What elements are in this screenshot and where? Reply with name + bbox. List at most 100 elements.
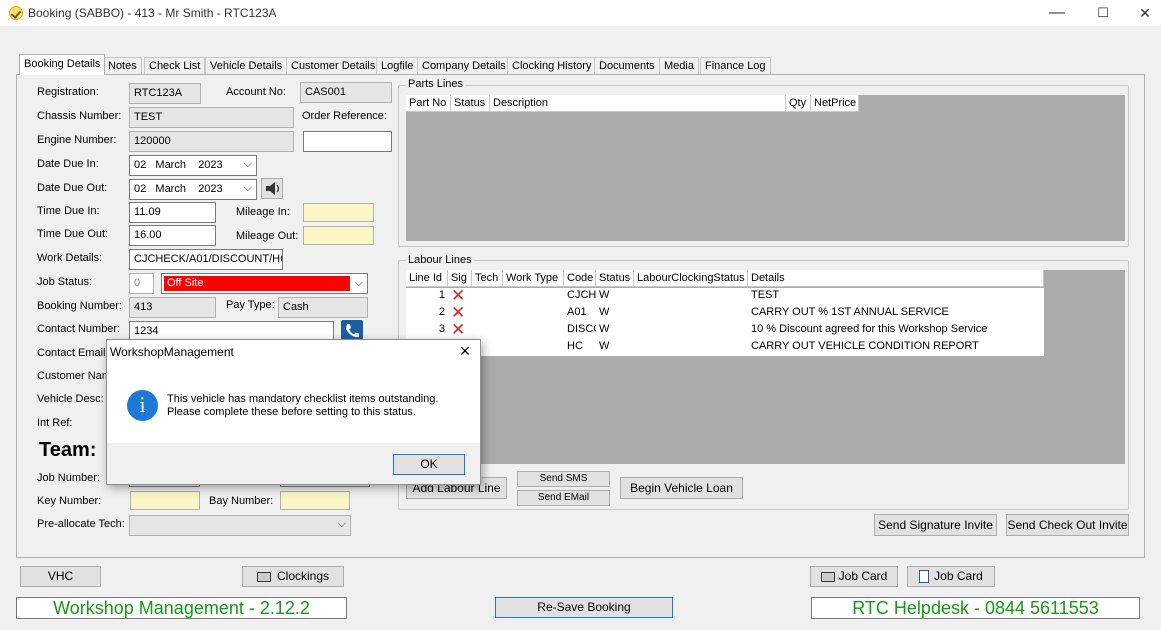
preview-job-card-button[interactable]: Job Card bbox=[907, 566, 995, 587]
title-bar: Booking (SABBO) - 413 - Mr Smith - RTC12… bbox=[0, 0, 1161, 26]
re-save-booking-button[interactable]: Re-Save Booking bbox=[495, 597, 673, 618]
clockings-button[interactable]: Clockings bbox=[242, 566, 344, 587]
line-id-cell: 1 bbox=[406, 288, 448, 305]
line-id-cell: 3 bbox=[406, 322, 448, 339]
begin-vehicle-loan-button[interactable]: Begin Vehicle Loan bbox=[620, 477, 743, 499]
date-due-in-picker[interactable]: 02 March 2023 ⌵ bbox=[129, 155, 257, 176]
pay-type-label: Pay Type: bbox=[226, 299, 275, 311]
bay-number-label: Bay Number: bbox=[209, 495, 274, 507]
booking-number-label: Booking Number: bbox=[37, 300, 122, 312]
code-cell: A01 bbox=[564, 305, 596, 322]
account-field[interactable]: CAS001 bbox=[300, 82, 392, 103]
status-cell: W bbox=[596, 339, 634, 356]
column-header[interactable]: Sig bbox=[448, 270, 472, 287]
column-header[interactable]: Part No bbox=[406, 95, 451, 112]
chevron-down-icon: ⌵ bbox=[243, 158, 252, 170]
message-dialog: WorkshopManagement ✕ i This vehicle has … bbox=[106, 339, 481, 485]
column-header[interactable]: Status bbox=[596, 270, 634, 287]
column-header[interactable]: Code bbox=[564, 270, 596, 287]
mileage-out-input[interactable] bbox=[303, 226, 374, 245]
table-row[interactable]: 2 ✕ A01 W CARRY OUT % 1ST ANNUAL SERVICE bbox=[406, 305, 1044, 322]
vhc-button[interactable]: VHC bbox=[20, 566, 101, 587]
tab-company-details[interactable]: Company Details bbox=[417, 57, 511, 74]
window-title: Booking (SABBO) - 413 - Mr Smith - RTC12… bbox=[28, 6, 277, 20]
column-header[interactable]: Work Type bbox=[503, 270, 564, 287]
speaker-button[interactable] bbox=[261, 178, 283, 199]
booking-number-field[interactable]: 413 bbox=[129, 297, 216, 318]
line-id-cell: 2 bbox=[406, 305, 448, 322]
column-header[interactable]: Qty bbox=[786, 95, 811, 112]
job-number-label: Job Number: bbox=[37, 472, 100, 484]
bay-number-input[interactable] bbox=[280, 491, 350, 510]
registration-field[interactable]: RTC123A bbox=[129, 83, 201, 104]
status-cell: W bbox=[596, 288, 634, 305]
column-header[interactable]: Details bbox=[748, 270, 1044, 287]
tab-notes[interactable]: Notes bbox=[103, 57, 142, 74]
print-job-card-button[interactable]: Job Card bbox=[810, 566, 898, 587]
column-header[interactable]: Tech bbox=[472, 270, 503, 287]
tab-media[interactable]: Media bbox=[659, 57, 699, 74]
maximize-button[interactable]: ☐ bbox=[1080, 2, 1126, 24]
job-status-label: Job Status: bbox=[37, 276, 93, 288]
column-header[interactable]: Status bbox=[451, 95, 490, 112]
engine-field[interactable]: 120000 bbox=[129, 131, 294, 152]
column-header[interactable]: Description bbox=[490, 95, 786, 112]
tab-documents[interactable]: Documents bbox=[594, 57, 660, 74]
column-header[interactable]: LabourClockingStatus bbox=[634, 270, 748, 287]
date-due-out-label: Date Due Out: bbox=[37, 182, 108, 194]
code-cell: CJCH bbox=[564, 288, 596, 305]
date-due-out-picker[interactable]: 02 March 2023 ⌵ bbox=[129, 179, 257, 200]
time-due-in-label: Time Due In: bbox=[37, 205, 100, 217]
details-cell: TEST bbox=[748, 288, 1044, 305]
registration-label: Registration: bbox=[37, 86, 99, 98]
parts-lines-grid[interactable]: Part No Status Description Qty NetPrice bbox=[406, 95, 1125, 241]
dialog-close-button[interactable]: ✕ bbox=[453, 343, 477, 363]
work-details-input[interactable]: CJCHECK/A01/DISCOUNT/HC bbox=[129, 249, 283, 270]
ok-button[interactable]: OK bbox=[393, 454, 465, 475]
printer-icon bbox=[820, 571, 835, 582]
contact-number-label: Contact Number: bbox=[37, 323, 121, 335]
status-cell: W bbox=[596, 305, 634, 322]
print-preview-icon bbox=[919, 570, 930, 584]
preallocate-tech-dropdown[interactable]: ⌵ bbox=[129, 515, 351, 536]
parts-lines-title: Parts Lines bbox=[406, 78, 466, 90]
send-signature-invite-button[interactable]: Send Signature Invite bbox=[874, 514, 997, 536]
time-due-out-label: Time Due Out: bbox=[37, 228, 109, 240]
chevron-down-icon: ⌵ bbox=[354, 277, 363, 289]
app-version-label: Workshop Management - 2.12.2 bbox=[16, 597, 347, 619]
code-cell: DISCC bbox=[564, 322, 596, 339]
mileage-in-input[interactable] bbox=[303, 203, 374, 222]
dialog-message-line2: Please complete these before setting to … bbox=[167, 406, 416, 418]
key-number-input[interactable] bbox=[130, 491, 200, 510]
close-window-button[interactable]: ✕ bbox=[1122, 2, 1161, 24]
tab-vehicle-details[interactable]: Vehicle Details bbox=[205, 57, 288, 74]
table-row[interactable]: HC W CARRY OUT VEHICLE CONDITION REPORT bbox=[406, 339, 1044, 356]
chassis-field[interactable]: TEST bbox=[129, 107, 294, 128]
minimize-button[interactable]: — bbox=[1034, 2, 1080, 24]
speaker-icon bbox=[266, 182, 280, 195]
column-header[interactable]: Line Id bbox=[406, 270, 448, 287]
table-row[interactable]: 3 ✕ DISCC W 10 % Discount agreed for thi… bbox=[406, 322, 1044, 339]
table-row[interactable]: 1 ✕ CJCH W TEST bbox=[406, 288, 1044, 305]
job-card-preview-label: Job Card bbox=[934, 569, 983, 583]
time-due-in-input[interactable]: 11.09 bbox=[129, 202, 216, 223]
labour-lines-grid[interactable]: Line Id Sig Tech Work Type Code Status L… bbox=[406, 270, 1125, 464]
tab-clocking-history[interactable]: Clocking History bbox=[507, 57, 597, 74]
tab-logfile[interactable]: Logfile bbox=[376, 57, 419, 74]
send-email-button[interactable]: Send EMail bbox=[517, 490, 610, 506]
time-due-out-input[interactable]: 16.00 bbox=[129, 225, 216, 246]
details-cell: CARRY OUT VEHICLE CONDITION REPORT bbox=[748, 339, 1044, 356]
tab-booking-details[interactable]: Booking Details bbox=[19, 54, 106, 75]
pay-type-field[interactable]: Cash bbox=[278, 297, 368, 318]
job-status-dropdown[interactable]: Off Site ⌵ bbox=[161, 273, 368, 294]
send-sms-button[interactable]: Send SMS bbox=[517, 471, 610, 487]
int-ref-label: Int Ref: bbox=[37, 417, 73, 429]
column-header[interactable]: NetPrice bbox=[811, 95, 859, 112]
mileage-out-label: Mileage Out: bbox=[236, 230, 299, 242]
tab-finance-log[interactable]: Finance Log bbox=[700, 57, 771, 74]
team-label: Team: bbox=[39, 439, 97, 461]
tab-check-list[interactable]: Check List bbox=[144, 57, 206, 74]
order-reference-input[interactable] bbox=[303, 131, 392, 152]
send-check-out-invite-button[interactable]: Send Check Out Invite bbox=[1006, 514, 1129, 536]
tab-customer-details[interactable]: Customer Details bbox=[286, 57, 381, 74]
